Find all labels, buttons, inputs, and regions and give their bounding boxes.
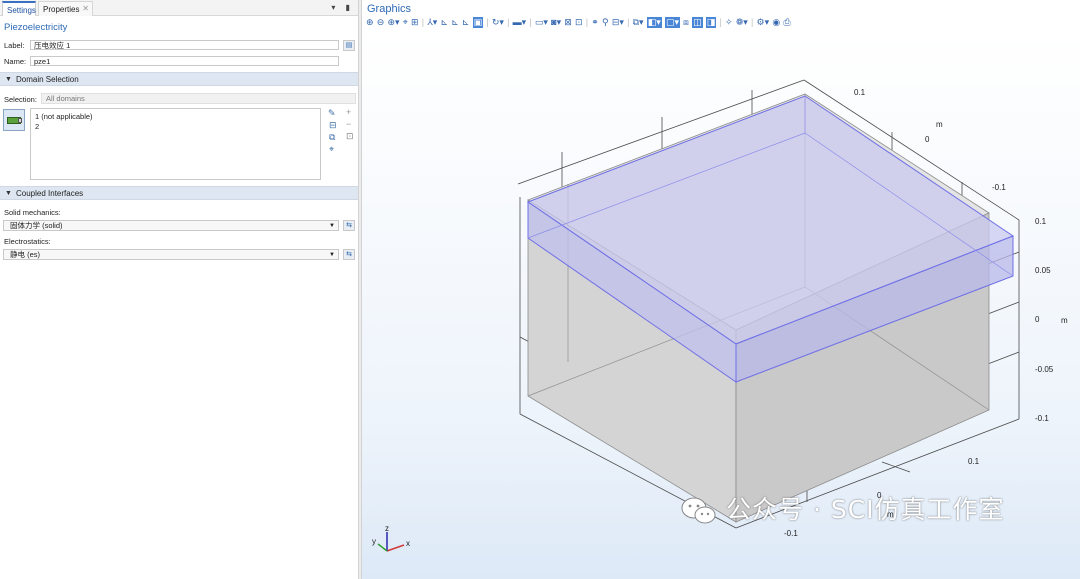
name-caption: Name: [4, 57, 27, 66]
graphics-toolbar: ⊕ ⊖ ⊕▾ ⌖ ⊞ | ⅄▾ ⊾ ⊾ ⊾ ▣ | ↻▾ | ▬▾ | ▭▾ ◙▾ ⊠ ⊡ | ⚭ ⚲ ⊟▾ | ⧉▾ ◧▾ ▢▾ ⧈ ◫… [366, 17, 791, 28]
tick-label: 0.1 [1035, 217, 1047, 226]
tick-label: 0.05 [1035, 266, 1051, 275]
view-xy-icon[interactable]: ⊾ [440, 17, 448, 28]
section-domain-selection[interactable]: ▼ Domain Selection [0, 72, 358, 86]
axis-triad: x z y [372, 524, 410, 552]
tick-label: 0 [1035, 315, 1040, 324]
chevron-down-icon: ▼ [329, 252, 335, 258]
collapse-icon: ▼ [5, 190, 12, 197]
graphics-window: Graphics ⊕ ⊖ ⊕▾ ⌖ ⊞ | ⅄▾ ⊾ ⊾ ⊾ ▣ | ↻▾ | ▬▾ | ▭▾ ◙▾ ⊠ ⊡ | ⚭ ⚲ ⊟▾… [362, 0, 1080, 579]
zoom-box-icon[interactable]: ⊕▾ [387, 17, 399, 28]
axis-unit-label: m [936, 120, 943, 129]
triad-y-label: y [372, 537, 376, 546]
copy-selection-icon[interactable]: ⧉ [329, 132, 335, 143]
camera-icon[interactable]: ◉ [772, 17, 780, 28]
zoom-out-icon[interactable]: ⊖ [377, 17, 385, 28]
tick-label: 0.1 [854, 88, 866, 97]
solid-mechanics-value: 固体力学 (solid) [10, 221, 63, 230]
section-coupled-interfaces[interactable]: ▼ Coupled Interfaces [0, 186, 358, 200]
graphics-title: Graphics [367, 3, 412, 15]
axis-orientation-icon[interactable]: ⅄▾ [427, 17, 437, 28]
view-3d-icon[interactable]: ▣ [472, 17, 484, 28]
wireframe-icon[interactable]: ◧▾ [646, 17, 662, 28]
show-boundaries-icon[interactable]: ◫ [692, 17, 703, 28]
wechat-icon [681, 497, 716, 524]
tick-label: -0.1 [1035, 414, 1049, 423]
settings-panel: Settings Properties ✕ ▾ ▮ Piezoelectrici… [0, 0, 358, 579]
domain-list[interactable]: 1 (not applicable) 2 [30, 108, 321, 180]
print-icon[interactable]: ⎙ [783, 17, 790, 28]
clip-icon[interactable]: ⊠ [564, 17, 572, 28]
tick-label: 0.1 [968, 457, 980, 466]
label-caption: Label: [4, 41, 25, 50]
zoom-in-icon[interactable]: ⊕ [366, 17, 374, 28]
grid-icon[interactable]: ⊡ [575, 17, 583, 28]
close-icon[interactable]: ✕ [82, 4, 89, 13]
view-yz-icon[interactable]: ⊾ [451, 17, 459, 28]
electrostatics-select[interactable]: 静电 (es) ▼ [3, 249, 339, 260]
tab-properties[interactable]: Properties ✕ [38, 1, 93, 16]
list-item[interactable]: 2 [35, 122, 316, 132]
tick-label: 0 [925, 135, 930, 144]
selection-list-icon[interactable]: ⊟▾ [612, 17, 624, 28]
zoom-selection-icon[interactable]: ⊡ [346, 131, 354, 142]
view-zx-icon[interactable]: ⊾ [462, 17, 470, 28]
tab-settings[interactable]: Settings [2, 1, 36, 16]
hide-icon[interactable]: ⧈ [683, 17, 689, 28]
zoom-extents-icon[interactable]: ⌖ [403, 17, 408, 28]
solid-mechanics-caption: Solid mechanics: [4, 208, 61, 217]
label-field[interactable]: 压电效应 1 [30, 40, 339, 50]
panel-menu-icon[interactable]: ▾ ▮ [331, 3, 354, 12]
collapse-icon: ▼ [5, 76, 12, 83]
chevron-down-icon: ▼ [329, 223, 335, 229]
section-domain-selection-label: Domain Selection [16, 75, 79, 84]
add-icon[interactable]: + [346, 107, 351, 117]
section-coupled-interfaces-label: Coupled Interfaces [16, 189, 84, 198]
label-edit-icon[interactable]: ▤ [343, 40, 355, 51]
selection-select[interactable]: All domains [41, 93, 356, 104]
paste-selection-icon[interactable]: ✎ [328, 108, 336, 119]
go-to-source-icon[interactable]: ⇆ [343, 249, 355, 260]
electrostatics-caption: Electrostatics: [4, 237, 51, 246]
name-field[interactable]: pze1 [30, 56, 339, 66]
selection-caption: Selection: [4, 95, 37, 104]
electrostatics-value: 静电 (es) [10, 250, 40, 259]
clear-selection-icon[interactable]: ⊟ [329, 120, 337, 131]
color-icon[interactable]: ✧ [725, 17, 733, 28]
tick-label: -0.1 [784, 529, 798, 538]
tick-label: -0.05 [1035, 365, 1054, 374]
triad-z-label: z [385, 524, 389, 533]
settings-gear-icon[interactable]: ⚙▾ [757, 17, 770, 28]
scene-light-icon[interactable]: ▬▾ [513, 17, 527, 28]
transparency-icon[interactable]: ⧉▾ [633, 17, 644, 28]
select-all-icon[interactable]: ⚲ [602, 17, 609, 28]
locate-icon[interactable]: ⌖ [329, 144, 334, 155]
reset-view-icon[interactable]: ↻▾ [492, 17, 504, 28]
watermark-text: 公众号 · SCI仿真工作室 [726, 495, 1005, 524]
remove-icon[interactable]: − [346, 119, 351, 129]
page-title: Piezoelectricity [4, 22, 68, 33]
solid-mechanics-select[interactable]: 固体力学 (solid) ▼ [3, 220, 339, 231]
triad-x-label: x [406, 539, 410, 548]
zoom-selected-icon[interactable]: ⊞ [411, 17, 419, 28]
active-selection-toggle-icon[interactable] [3, 109, 25, 131]
show-edges-icon[interactable]: ◨ [705, 17, 717, 28]
select-domains-icon[interactable]: ▢▾ [664, 17, 680, 28]
render-mode-icon[interactable]: ◙▾ [551, 17, 561, 28]
tab-bar: Settings Properties ✕ ▾ ▮ [0, 0, 358, 16]
axis-unit-label: m [1061, 316, 1068, 325]
list-item[interactable]: 1 (not applicable) [35, 112, 316, 122]
appearance-icon[interactable]: ❁▾ [736, 17, 748, 28]
go-to-source-icon[interactable]: ⇆ [343, 220, 355, 231]
select-object-icon[interactable]: ▭▾ [535, 17, 548, 28]
link-icon[interactable]: ⚭ [591, 17, 599, 28]
tab-properties-label: Properties [43, 5, 80, 14]
tick-label: -0.1 [992, 183, 1006, 192]
